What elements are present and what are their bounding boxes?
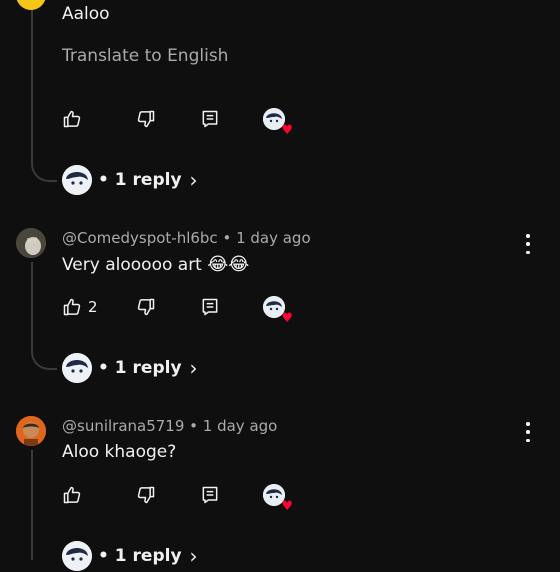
thumbs-down-icon	[137, 486, 155, 504]
comment-text: Aloo khaoge?	[62, 442, 177, 462]
creator-heart-avatar: ♥	[263, 484, 293, 513]
comment-reply-icon	[202, 486, 218, 504]
view-replies-button[interactable]: • 1 reply ›	[62, 164, 198, 196]
like-button[interactable]	[60, 107, 84, 131]
more-vertical-icon	[526, 430, 530, 434]
dislike-button[interactable]	[134, 295, 158, 319]
thumbs-up-icon	[63, 298, 81, 316]
heart-icon: ♥	[281, 311, 293, 326]
dislike-button[interactable]	[134, 483, 158, 507]
reply-count: • 1 reply	[98, 170, 182, 190]
chevron-right-icon: ›	[189, 168, 198, 192]
more-vertical-icon	[526, 438, 530, 442]
comment-author[interactable]: @Comedyspot-hl6bc • 1 day ago	[62, 229, 311, 247]
thumbs-down-icon	[137, 110, 155, 128]
like-count: 2	[88, 298, 98, 316]
laughing-emoji: 😂😂	[207, 254, 250, 275]
more-vertical-icon	[526, 422, 530, 426]
view-replies-button[interactable]: • 1 reply ›	[62, 352, 198, 384]
reply-avatar	[62, 353, 92, 383]
more-vertical-icon	[526, 250, 530, 254]
person-avatar-icon	[16, 416, 46, 446]
more-vertical-icon	[526, 234, 530, 238]
chevron-right-icon: ›	[189, 544, 198, 568]
avatar[interactable]	[16, 228, 46, 258]
reply-avatar	[62, 165, 92, 195]
reply-button[interactable]	[198, 107, 222, 131]
heart-icon: ♥	[281, 123, 293, 138]
thumbs-up-icon	[63, 110, 81, 128]
more-options-button[interactable]	[520, 234, 536, 254]
thread-connector	[31, 158, 57, 182]
thumbs-up-icon	[63, 486, 81, 504]
comment-reply-icon	[202, 110, 218, 128]
heart-icon: ♥	[281, 499, 293, 514]
thread-line	[31, 0, 33, 158]
reply-button[interactable]	[198, 295, 222, 319]
like-button[interactable]	[60, 483, 84, 507]
like-button[interactable]	[60, 295, 84, 319]
comment-body: Very alooooo art	[62, 255, 202, 275]
avatar-face-icon	[62, 353, 92, 383]
more-vertical-icon	[526, 242, 530, 246]
comment-text: Very alooooo art 😂😂	[62, 254, 249, 275]
comment-author[interactable]: @sunilrana5719 • 1 day ago	[62, 417, 277, 435]
avatar[interactable]	[16, 0, 46, 10]
cat-avatar-icon	[16, 228, 46, 258]
reply-button[interactable]	[198, 483, 222, 507]
creator-heart-avatar: ♥	[263, 108, 293, 137]
chevron-right-icon: ›	[189, 356, 198, 380]
view-replies-button[interactable]: • 1 reply ›	[62, 540, 198, 572]
thread-connector	[31, 346, 57, 370]
comment-text: Aaloo	[62, 4, 110, 24]
avatar-face-icon	[62, 541, 92, 571]
more-options-button[interactable]	[520, 422, 536, 442]
dislike-button[interactable]	[134, 107, 158, 131]
comment-reply-icon	[202, 298, 218, 316]
reply-avatar	[62, 541, 92, 571]
avatar[interactable]	[16, 416, 46, 446]
thread-line	[31, 450, 33, 560]
creator-heart-avatar: ♥	[263, 296, 293, 325]
translate-link[interactable]: Translate to English	[62, 46, 228, 66]
reply-count: • 1 reply	[98, 546, 182, 566]
thumbs-down-icon	[137, 298, 155, 316]
thread-line	[31, 262, 33, 346]
avatar-face-icon	[62, 165, 92, 195]
reply-count: • 1 reply	[98, 358, 182, 378]
